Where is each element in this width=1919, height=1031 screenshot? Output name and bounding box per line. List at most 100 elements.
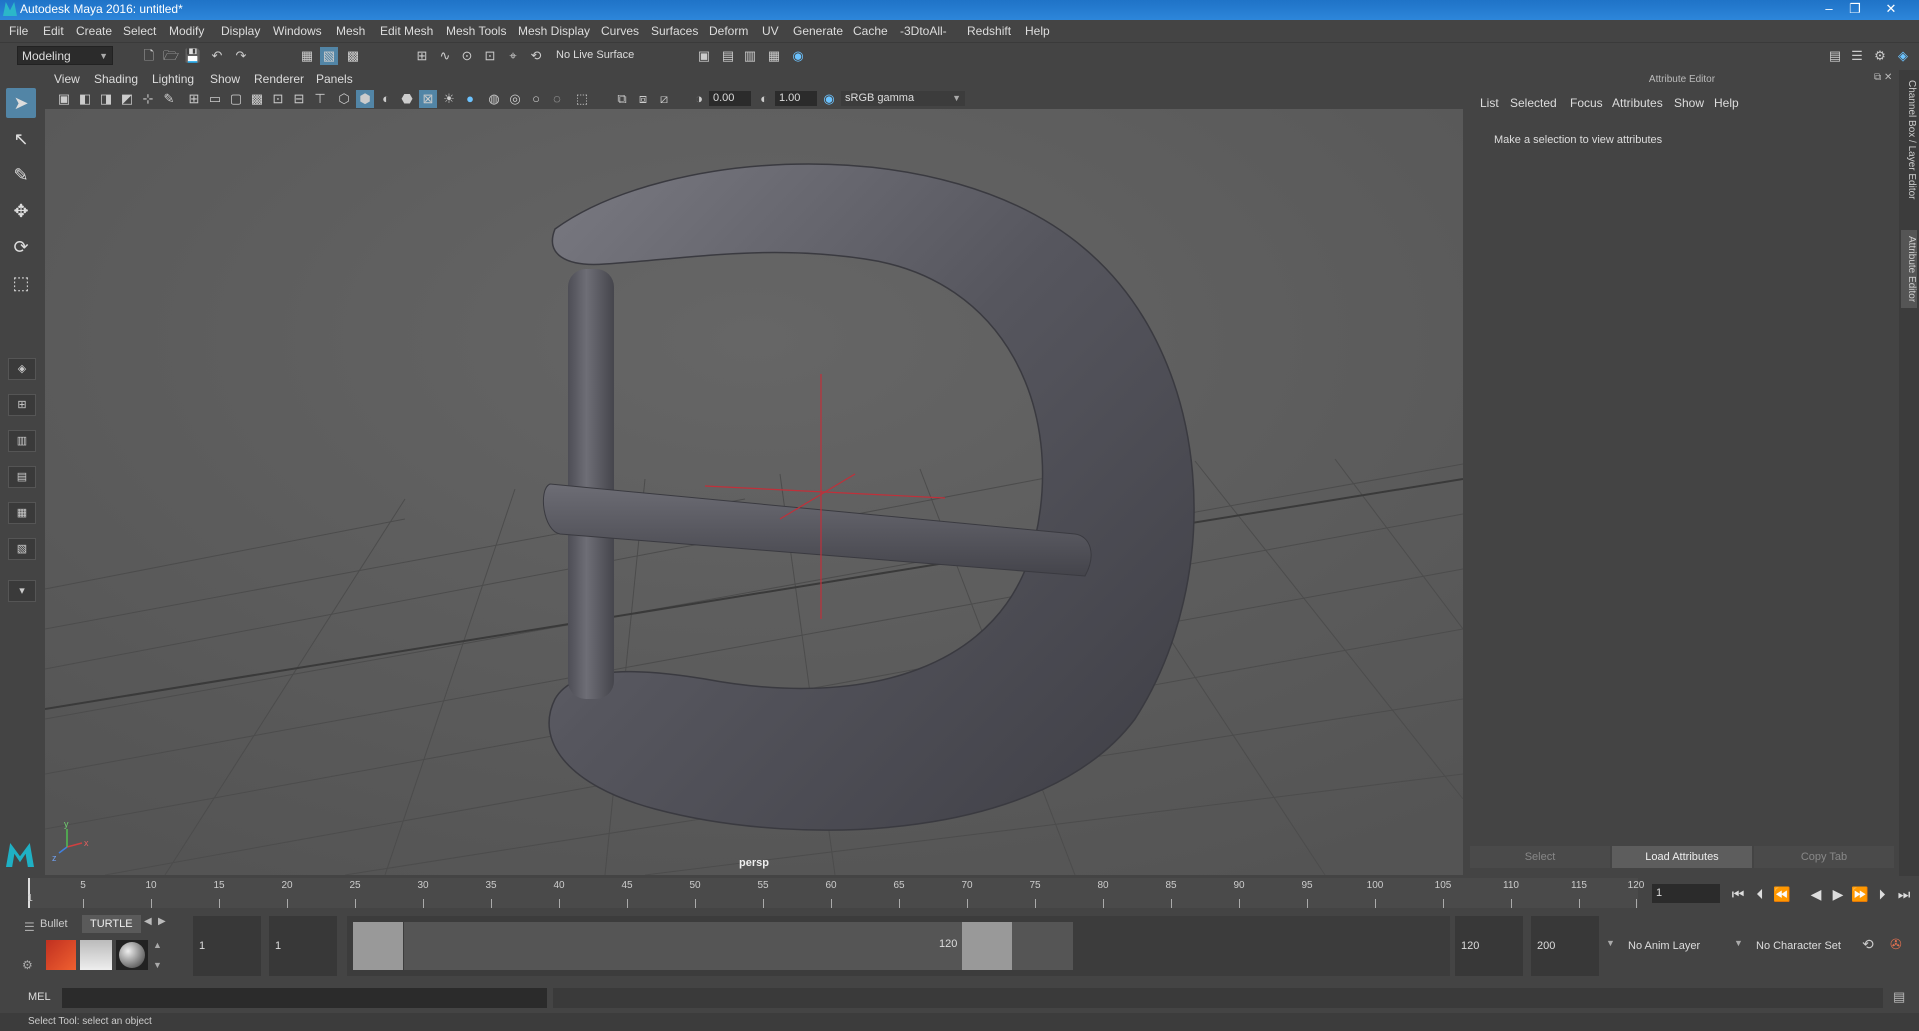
close-button[interactable]: ✕ [1880, 1, 1902, 17]
menu-mesh[interactable]: Mesh [336, 24, 365, 38]
xray-active-icon[interactable]: ⧈ [634, 90, 652, 108]
snap-view-plane-icon[interactable]: ⊡ [481, 47, 499, 65]
menu-help[interactable]: Help [1025, 24, 1050, 38]
viewport-canvas[interactable]: x y z persp [45, 109, 1463, 875]
render-settings-icon[interactable]: ▣ [695, 47, 713, 65]
select-component-icon[interactable]: ▩ [344, 47, 362, 65]
turtle-settings-shelf-icon[interactable] [116, 940, 148, 970]
menu-surfaces[interactable]: Surfaces [651, 24, 698, 38]
range-slider[interactable]: 1 120 [347, 916, 1450, 976]
snap-live-icon[interactable]: ⌖ [504, 47, 522, 65]
playback-end-field[interactable]: 120 [1455, 916, 1523, 976]
shelf-up-icon[interactable]: ▲ [153, 940, 162, 950]
menu-edit[interactable]: Edit [43, 24, 64, 38]
wireframe-icon[interactable]: ⬡ [335, 90, 353, 108]
bookmark-icon[interactable]: ◨ [97, 90, 115, 108]
xray-joints-icon[interactable]: ⧉ [613, 90, 631, 108]
current-frame-field[interactable]: 1 [1652, 884, 1720, 903]
xray-icon[interactable]: ⊠ [419, 90, 437, 108]
render-frame-icon[interactable]: ▤ [719, 47, 737, 65]
motion-blur-icon[interactable]: ◎ [506, 90, 524, 108]
start-time-field[interactable]: 1 [193, 916, 261, 976]
smooth-shade-icon[interactable]: ⬢ [356, 90, 374, 108]
film-gate-icon[interactable]: ▭ [206, 90, 224, 108]
two-d-pan-icon[interactable]: ⊹ [139, 90, 157, 108]
step-back-key-icon[interactable]: ⏪ [1772, 884, 1792, 904]
menu-mesh-display[interactable]: Mesh Display [518, 24, 590, 38]
load-attributes-button[interactable]: Load Attributes [1612, 846, 1752, 868]
gate-mask-icon[interactable]: ▩ [248, 90, 266, 108]
shelf-settings-icon[interactable]: ⚙ [22, 958, 33, 972]
tool-settings-icon[interactable]: ⚙ [1871, 47, 1889, 65]
safe-title-icon[interactable]: ⊤ [311, 90, 329, 108]
step-back-frame-icon[interactable]: ⏴ [1750, 884, 1770, 904]
menu-edit-mesh[interactable]: Edit Mesh [380, 24, 433, 38]
wireframe-on-shaded-icon[interactable]: ⬣ [398, 90, 416, 108]
depth-of-field-icon[interactable]: ◌ [548, 90, 566, 108]
time-slider[interactable]: 1 5 10 15 20 25 30 35 40 45 50 55 60 65 … [27, 878, 1644, 908]
shadows-icon[interactable]: ● [461, 90, 479, 108]
command-input[interactable] [62, 988, 547, 1008]
attr-menu-attributes[interactable]: Attributes [1612, 96, 1663, 110]
float-panel-icon[interactable]: ⧉ [1874, 72, 1881, 83]
turtle-bake-shelf-icon[interactable] [80, 940, 112, 970]
ipr-render-icon[interactable]: ▥ [741, 47, 759, 65]
panel-menu-lighting[interactable]: Lighting [152, 72, 194, 86]
animation-prefs-icon[interactable]: ✇ [1890, 936, 1902, 953]
gamma-icon[interactable]: ◐ [755, 90, 773, 108]
four-view-layout-icon[interactable]: ⊞ [8, 394, 36, 416]
menu-windows[interactable]: Windows [273, 24, 322, 38]
channel-box-tab[interactable]: Channel Box / Layer Editor [1901, 80, 1917, 200]
channel-box-toggle-icon[interactable]: ◈ [1894, 47, 1912, 65]
menu-create[interactable]: Create [76, 24, 112, 38]
menu-uv[interactable]: UV [762, 24, 779, 38]
select-object-icon[interactable]: ▧ [320, 47, 338, 65]
menu-file[interactable]: File [9, 24, 28, 38]
menu-generate[interactable]: Generate [793, 24, 843, 38]
snap-point-icon[interactable]: ⊙ [458, 47, 476, 65]
outliner-icon[interactable]: ☰ [1848, 47, 1866, 65]
snap-grid-icon[interactable]: ⊞ [413, 47, 431, 65]
script-editor-icon[interactable]: ▤ [1893, 989, 1905, 1005]
persp-outliner-layout-icon[interactable]: ▥ [8, 430, 36, 452]
attr-select-button[interactable]: Select [1470, 846, 1610, 868]
safe-action-icon[interactable]: ⊟ [290, 90, 308, 108]
menu-mesh-tools[interactable]: Mesh Tools [446, 24, 506, 38]
uv-editor-layout-icon[interactable]: ▧ [8, 538, 36, 560]
shelf-scroll-right-icon[interactable]: ▶ [158, 916, 166, 927]
menu-deform[interactable]: Deform [709, 24, 748, 38]
menu-cache[interactable]: Cache [853, 24, 888, 38]
paint-select-tool-icon[interactable]: ✎ [6, 160, 36, 190]
go-to-end-icon[interactable]: ⏭ [1894, 884, 1914, 904]
select-hierarchy-icon[interactable]: ▦ [298, 47, 316, 65]
maximize-button[interactable]: ❐ [1844, 1, 1866, 17]
menu-modify[interactable]: Modify [169, 24, 204, 38]
view-transform-dropdown[interactable]: sRGB gamma ▼ [841, 91, 965, 106]
copy-tab-button[interactable]: Copy Tab [1754, 846, 1894, 868]
menu-curves[interactable]: Curves [601, 24, 639, 38]
field-chart-icon[interactable]: ⊡ [269, 90, 287, 108]
chevron-down-icon[interactable]: ▼ [1734, 938, 1743, 948]
panel-menu-panels[interactable]: Panels [316, 72, 353, 86]
hypershade-icon[interactable]: ◉ [789, 47, 807, 65]
ambient-occlusion-icon[interactable]: ◍ [485, 90, 503, 108]
lasso-tool-icon[interactable]: ↖ [6, 124, 36, 154]
exposure-icon[interactable]: ◑ [690, 90, 708, 108]
redo-icon[interactable]: ↷ [232, 47, 250, 65]
camera-attributes-icon[interactable]: ▣ [55, 90, 73, 108]
anti-alias-icon[interactable]: ○ [527, 90, 545, 108]
range-end-handle[interactable] [962, 922, 1012, 970]
backface-culling-icon[interactable]: ⧄ [655, 90, 673, 108]
attr-menu-list[interactable]: List [1480, 96, 1499, 110]
exposure-field[interactable]: 0.00 [709, 91, 751, 106]
panel-menu-renderer[interactable]: Renderer [254, 72, 304, 86]
character-set-dropdown[interactable]: No Character Set [1750, 916, 1858, 976]
step-forward-key-icon[interactable]: ⏩ [1850, 884, 1870, 904]
shelf-scroll-left-icon[interactable]: ◀ [144, 916, 152, 927]
menu-select[interactable]: Select [123, 24, 156, 38]
panel-menu-show[interactable]: Show [210, 72, 240, 86]
chevron-down-icon[interactable]: ▼ [1606, 938, 1615, 948]
buckle-rod[interactable] [568, 269, 614, 699]
grid-toggle-icon[interactable]: ⊞ [185, 90, 203, 108]
move-tool-icon[interactable]: ✥ [6, 196, 36, 226]
